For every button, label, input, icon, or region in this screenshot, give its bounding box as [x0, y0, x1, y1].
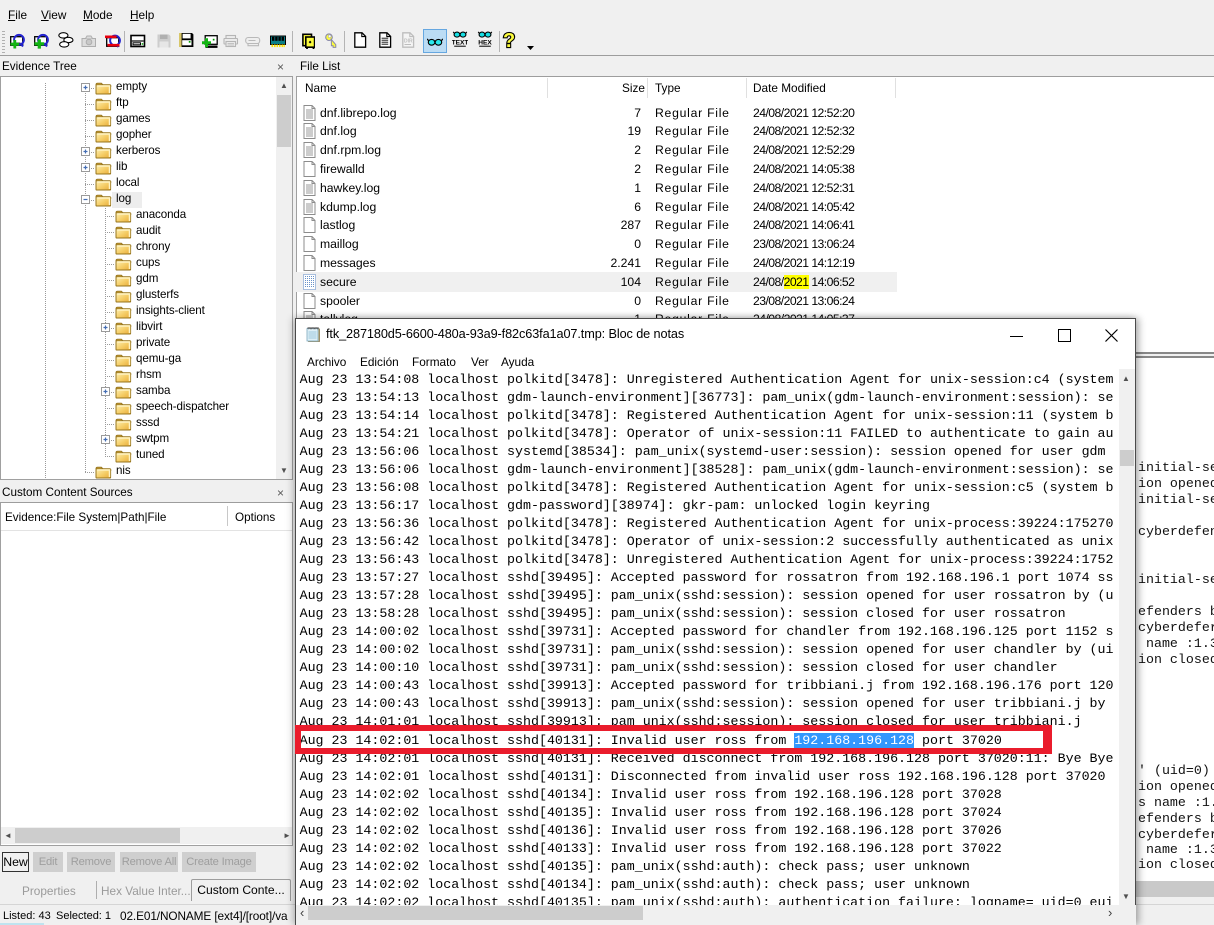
svg-text:TEXT: TEXT [452, 40, 468, 47]
svg-text:HEX: HEX [478, 40, 492, 47]
svg-text:DIR: DIR [404, 39, 413, 45]
svg-text:?: ? [503, 30, 515, 52]
